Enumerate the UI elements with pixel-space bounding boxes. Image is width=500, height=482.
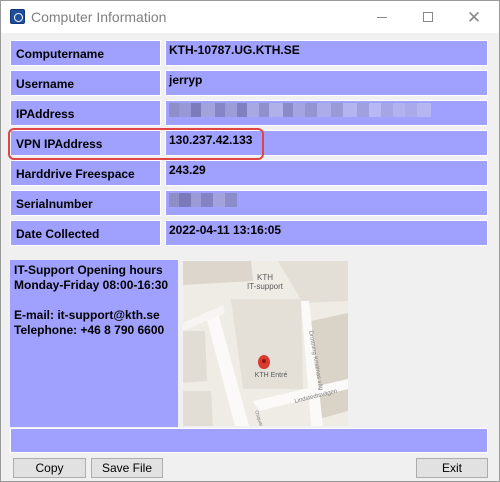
campus-map[interactable]: KTH IT-support KTH Entré Drottning Krist…: [183, 261, 348, 426]
row-harddrive-freespace: Harddrive Freespace 243.29: [10, 160, 488, 186]
save-file-button[interactable]: Save File: [91, 458, 163, 478]
map-graphic: KTH IT-support KTH Entré Drottning Krist…: [183, 261, 348, 426]
label-vpn-ipaddress: VPN IPAddress: [10, 130, 161, 156]
value-vpn-ipaddress: 130.237.42.133: [165, 130, 488, 156]
client-area: Computername KTH-10787.UG.KTH.SE Usernam…: [1, 33, 499, 481]
row-ipaddress: IPAddress: [10, 100, 488, 126]
label-username: Username: [10, 70, 161, 96]
opening-hours-text: Monday-Friday 08:00-16:30: [14, 278, 169, 292]
value-username: jerryp: [165, 70, 488, 96]
value-serialnumber-redacted: [165, 190, 488, 216]
label-harddrive-freespace: Harddrive Freespace: [10, 160, 161, 186]
minimize-button[interactable]: [359, 1, 405, 33]
title-bar[interactable]: Computer Information ✕: [1, 1, 499, 33]
map-label-it-support: IT-support: [247, 282, 284, 291]
redaction-blur: [169, 103, 487, 117]
maximize-icon: [423, 12, 433, 22]
label-date-collected: Date Collected: [10, 220, 161, 246]
label-ipaddress: IPAddress: [10, 100, 161, 126]
location-pin: [258, 355, 270, 369]
maximize-button[interactable]: [405, 1, 451, 33]
computer-information-window: Computer Information ✕ Computername KTH-…: [0, 0, 500, 482]
support-phone: Telephone: +46 8 790 6600: [14, 323, 165, 337]
redaction-blur: [169, 193, 487, 207]
copy-button[interactable]: Copy: [13, 458, 86, 478]
app-logo-icon: [10, 9, 25, 24]
opening-hours-heading: IT-Support Opening hours: [14, 263, 163, 277]
row-date-collected: Date Collected 2022-04-11 13:16:05: [10, 220, 488, 246]
status-bar: [10, 428, 488, 453]
support-email: E-mail: it-support@kth.se: [14, 308, 160, 322]
value-ipaddress-redacted: [165, 100, 488, 126]
row-username: Username jerryp: [10, 70, 488, 96]
row-serialnumber: Serialnumber: [10, 190, 488, 216]
exit-button[interactable]: Exit: [416, 458, 488, 478]
label-serialnumber: Serialnumber: [10, 190, 161, 216]
value-harddrive-freespace: 243.29: [165, 160, 488, 186]
window-title: Computer Information: [31, 9, 167, 25]
it-support-info-panel: IT-Support Opening hours Monday-Friday 0…: [10, 260, 178, 427]
value-date-collected: 2022-04-11 13:16:05: [165, 220, 488, 246]
minimize-icon: [377, 16, 387, 18]
close-button[interactable]: ✕: [451, 1, 497, 33]
row-computername: Computername KTH-10787.UG.KTH.SE: [10, 40, 488, 66]
value-computername: KTH-10787.UG.KTH.SE: [165, 40, 488, 66]
map-label-entrance: KTH Entré: [255, 372, 288, 379]
label-computername: Computername: [10, 40, 161, 66]
row-vpn-ipaddress: VPN IPAddress 130.237.42.133: [10, 130, 488, 156]
close-icon: ✕: [466, 7, 482, 27]
map-label-kth: KTH: [257, 273, 273, 282]
